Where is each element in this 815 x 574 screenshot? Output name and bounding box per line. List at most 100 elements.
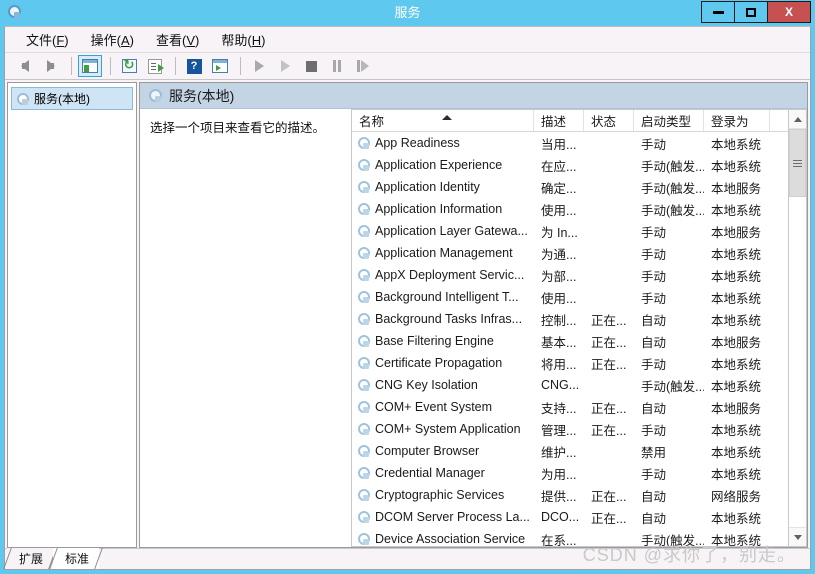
table-row[interactable]: Computer Browser维护...禁用本地系统	[352, 440, 788, 462]
scroll-down-button[interactable]	[789, 527, 806, 546]
column-header-startup[interactable]: 启动类型	[634, 110, 704, 131]
maximize-button[interactable]	[734, 1, 767, 23]
start-service-button[interactable]	[247, 55, 271, 77]
close-button[interactable]: X	[767, 1, 811, 23]
cell-status: 正在...	[584, 332, 634, 351]
column-header-status[interactable]: 状态	[584, 110, 634, 131]
table-row[interactable]: Background Intelligent T...使用...手动本地系统	[352, 286, 788, 308]
cell-logon: 本地系统	[704, 288, 770, 307]
help-button[interactable]: ?	[182, 55, 206, 77]
column-header-name[interactable]: 名称	[352, 110, 534, 131]
show-action-pane-button[interactable]	[208, 55, 232, 77]
service-name-label: Certificate Propagation	[375, 356, 502, 370]
cell-startup: 手动(触发...	[634, 530, 704, 547]
cell-description: 为部...	[534, 266, 584, 285]
table-row[interactable]: Certificate Propagation将用...正在...手动本地系统	[352, 352, 788, 374]
table-row[interactable]: AppX Deployment Servic... 为部... 手动本地系统	[352, 264, 788, 286]
services-gear-icon	[148, 88, 163, 103]
table-row[interactable]: Application Information使用...手动(触发...本地系统	[352, 198, 788, 220]
menu-view[interactable]: 查看(V)	[145, 27, 210, 52]
service-name-label: App Readiness	[375, 136, 460, 150]
toolbar-separator	[240, 57, 241, 75]
table-row[interactable]: App Readiness当用...手动本地系统	[352, 132, 788, 154]
table-row[interactable]: COM+ System Application管理...正在...手动本地系统	[352, 418, 788, 440]
menu-file[interactable]: 文件(F)	[15, 27, 80, 52]
table-row[interactable]: Application Layer Gatewa...为 In...手动本地服务	[352, 220, 788, 242]
back-button[interactable]	[13, 55, 37, 77]
minimize-button[interactable]	[701, 1, 734, 23]
table-row[interactable]: Device Association Service在系...手动(触发...本…	[352, 528, 788, 546]
chevron-down-icon	[794, 535, 802, 540]
table-row[interactable]: Base Filtering Engine基本...正在...自动本地服务	[352, 330, 788, 352]
cell-description: 维护...	[534, 442, 584, 461]
refresh-icon	[122, 59, 137, 73]
service-name-label: AppX Deployment Servic...	[375, 268, 524, 282]
cell-name: Application Management	[352, 246, 534, 260]
table-row[interactable]: Credential Manager为用...手动本地系统	[352, 462, 788, 484]
service-name-label: Application Layer Gatewa...	[375, 224, 528, 238]
table-row[interactable]: Cryptographic Services提供...正在...自动网络服务	[352, 484, 788, 506]
resume-service-button[interactable]	[351, 55, 375, 77]
cell-startup: 手动	[634, 354, 704, 373]
restart-service-button[interactable]	[273, 55, 297, 77]
window-controls: X	[701, 0, 815, 24]
table-row[interactable]: Application Experience在应...手动(触发...本地系统	[352, 154, 788, 176]
export-list-icon	[148, 59, 162, 74]
column-header-logon[interactable]: 登录为	[704, 110, 770, 131]
menu-action[interactable]: 操作(A)	[80, 27, 145, 52]
service-gear-icon	[357, 136, 371, 150]
cell-description: 当用...	[534, 134, 584, 153]
toolbar: ?	[5, 53, 810, 80]
body-split: 服务(本地) 服务(本地) 选择一个项目来查看它的描述。 名称描述状态	[5, 80, 810, 548]
column-header-pad[interactable]	[770, 110, 788, 131]
sidebar-item-services-local[interactable]: 服务(本地)	[11, 87, 133, 110]
service-gear-icon	[357, 202, 371, 216]
action-pane-icon	[212, 59, 228, 73]
cell-logon: 本地系统	[704, 266, 770, 285]
scrollbar-thumb[interactable]	[789, 129, 806, 197]
service-name-label: DCOM Server Process La...	[375, 510, 530, 524]
cell-logon: 网络服务	[704, 486, 770, 505]
cell-startup: 手动	[634, 266, 704, 285]
cell-logon: 本地系统	[704, 134, 770, 153]
stop-service-button[interactable]	[299, 55, 323, 77]
tab-extended[interactable]: 扩展	[7, 548, 53, 569]
cell-description: 控制...	[534, 310, 584, 329]
service-name-label: Base Filtering Engine	[375, 334, 494, 348]
cell-description: 使用...	[534, 200, 584, 219]
table-row[interactable]: DCOM Server Process La...DCO...正在...自动本地…	[352, 506, 788, 528]
cell-name: Credential Manager	[352, 466, 534, 480]
tab-standard[interactable]: 标准	[53, 548, 99, 569]
cell-name: Application Experience	[352, 158, 534, 172]
vertical-scrollbar[interactable]	[788, 109, 807, 547]
cell-name: Application Information	[352, 202, 534, 216]
cell-name: Background Tasks Infras...	[352, 312, 534, 326]
cell-logon: 本地系统	[704, 200, 770, 219]
export-list-button[interactable]	[143, 55, 167, 77]
forward-button[interactable]	[39, 55, 63, 77]
scroll-up-button[interactable]	[789, 110, 806, 129]
service-gear-icon	[357, 334, 371, 348]
column-header-description[interactable]: 描述	[534, 110, 584, 131]
service-name-label: COM+ Event System	[375, 400, 492, 414]
cell-logon: 本地系统	[704, 530, 770, 547]
description-pane: 选择一个项目来查看它的描述。	[140, 109, 350, 547]
cell-description: 为通...	[534, 244, 584, 263]
sidebar-item-label: 服务(本地)	[34, 90, 90, 107]
services-list-pane: 名称描述状态启动类型登录为 App Readiness当用...手动本地系统Ap…	[350, 109, 807, 547]
pause-service-button[interactable]	[325, 55, 349, 77]
table-row[interactable]: Application Identity确定...手动(触发...本地服务	[352, 176, 788, 198]
table-row[interactable]: COM+ Event System支持...正在...自动本地服务	[352, 396, 788, 418]
table-row[interactable]: CNG Key IsolationCNG...手动(触发...本地系统	[352, 374, 788, 396]
chevron-up-icon	[794, 117, 802, 122]
table-row[interactable]: Application Management为通...手动本地系统	[352, 242, 788, 264]
services-gear-icon	[7, 5, 23, 21]
show-hide-tree-button[interactable]	[78, 55, 102, 77]
service-gear-icon	[357, 510, 371, 524]
maximize-icon	[746, 8, 756, 17]
refresh-button[interactable]	[117, 55, 141, 77]
menu-help[interactable]: 帮助(H)	[210, 27, 276, 52]
table-row[interactable]: Background Tasks Infras...控制...正在...自动本地…	[352, 308, 788, 330]
cell-logon: 本地服务	[704, 332, 770, 351]
scrollbar-track[interactable]	[789, 129, 806, 527]
